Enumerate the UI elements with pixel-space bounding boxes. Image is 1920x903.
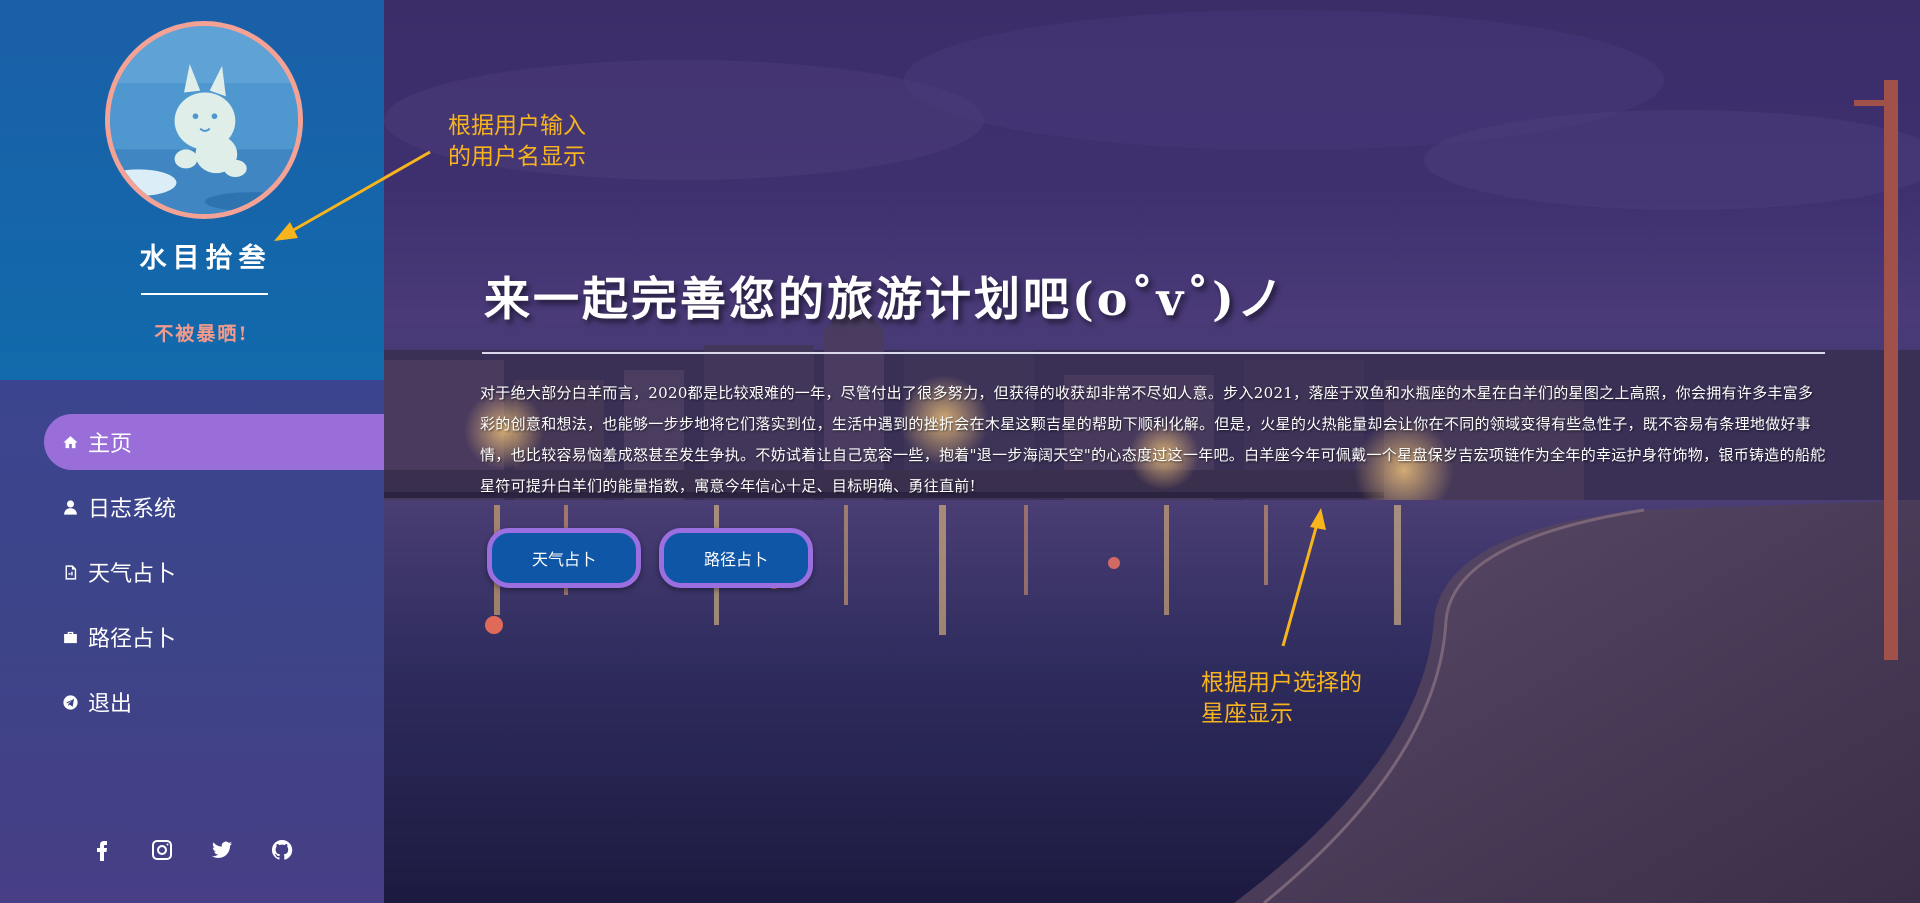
sidebar-item-journal[interactable]: 日志系统 [44,479,384,535]
annotation-line: 星座显示 [1201,701,1293,727]
sidebar-item-home[interactable]: 主页 [44,414,384,470]
sidebar-nav: 主页 日志系统 天气占卜 路径占卜 退出 [0,414,384,739]
social-links [0,832,384,868]
sidebar-item-route[interactable]: 路径占卜 [44,609,384,665]
user-motto: 不被暴晒! [154,323,249,345]
sidebar-item-weather[interactable]: 天气占卜 [44,544,384,600]
horoscope-text: 对于绝大部分白羊而言，2020都是比较艰难的一年，尽管付出了很多努力，但获得的收… [480,384,1826,495]
page-heading: 来一起完善您的旅游计划吧(o˚v˚)ノ [484,272,1286,326]
heading-divider [482,352,1825,354]
sidebar-item-label: 退出 [88,692,133,717]
zodiac-annotation: 根据用户选择的 星座显示 [1201,668,1362,730]
sidebar: 水目拾叁 不被暴晒! 主页 日志系统 天气占卜 路径占卜 退出 [0,0,384,903]
route-divination-button[interactable]: 路径占卜 [659,528,813,588]
annotation-line: 根据用户选择的 [1201,670,1362,696]
instagram-icon[interactable] [132,832,192,868]
facebook-icon[interactable] [72,832,132,868]
annotation-line: 根据用户输入 [448,113,586,139]
github-icon[interactable] [252,832,312,868]
home-icon [60,432,80,452]
annotation-line: 的用户名显示 [448,144,586,170]
sidebar-item-logout[interactable]: 退出 [44,674,384,730]
briefcase-icon [60,627,80,647]
telegram-icon [60,692,80,712]
username-divider [141,293,268,295]
profile-panel: 水目拾叁 不被暴晒! [0,0,384,380]
user-icon [60,497,80,517]
username: 水目拾叁 [139,243,272,274]
main-content: 来一起完善您的旅游计划吧(o˚v˚)ノ 对于绝大部分白羊而言，2020都是比较艰… [384,0,1920,903]
avatar[interactable] [105,21,303,219]
username-annotation: 根据用户输入 的用户名显示 [448,111,586,173]
sidebar-item-label: 主页 [88,432,133,457]
cat-avatar-illustration [110,26,298,214]
sidebar-item-label: 天气占卜 [88,562,177,587]
file-icon [60,562,80,582]
weather-divination-button[interactable]: 天气占卜 [487,528,641,588]
sidebar-item-label: 日志系统 [88,497,177,522]
sidebar-item-label: 路径占卜 [88,627,177,652]
twitter-icon[interactable] [192,832,252,868]
